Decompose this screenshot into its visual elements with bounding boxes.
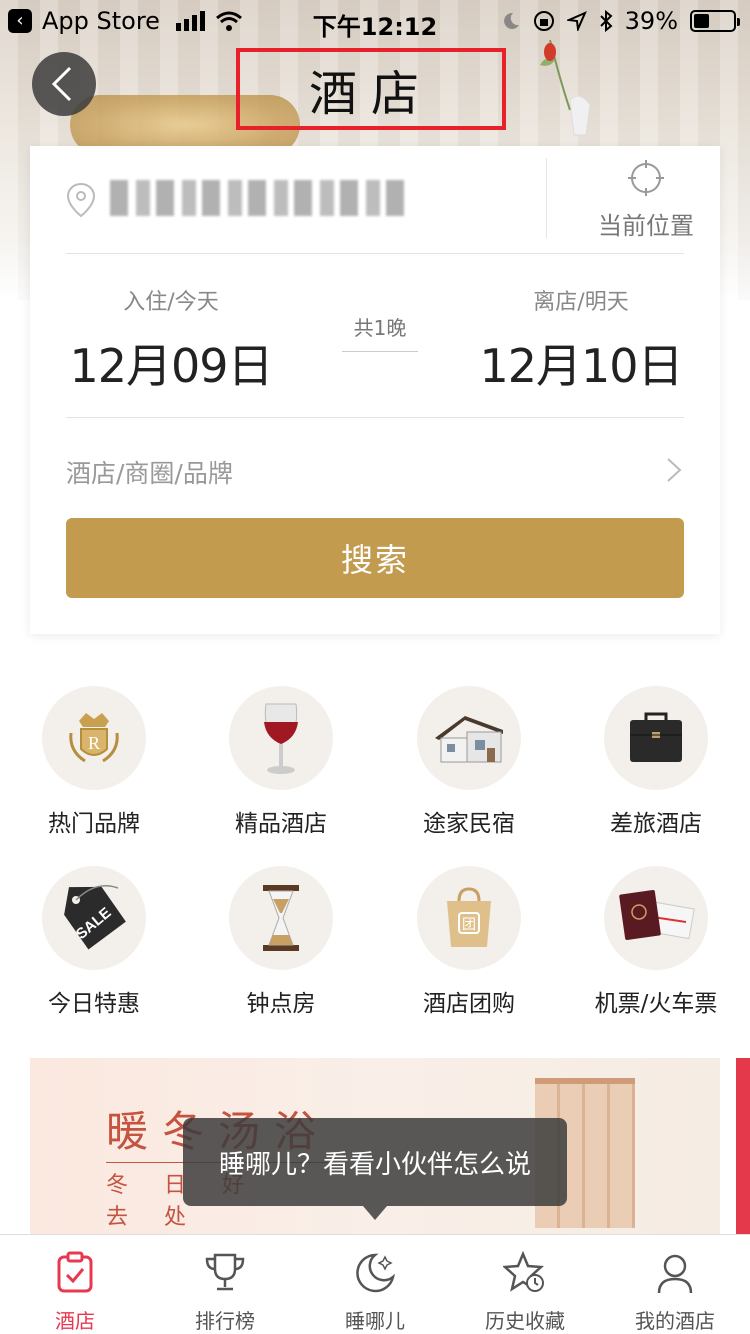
tab-label: 排行榜 [195,1309,255,1333]
category-label: 精品酒店 [235,811,327,837]
category-label: 差旅酒店 [610,811,702,837]
sleep-where-tooltip: 睡哪儿？看看小伙伴怎么说 [183,1118,567,1220]
category-hot-brands[interactable]: R 热门品牌 [14,686,174,838]
tab-label: 酒店 [55,1309,95,1333]
battery-icon [690,10,740,32]
tab-my-hotel[interactable]: 我的酒店 [600,1235,750,1334]
tab-label: 历史收藏 [485,1309,565,1333]
tab-bar: 酒店 排行榜 睡哪儿 历史收藏 我的酒店 [0,1234,750,1334]
crown-emblem-icon: R [69,713,119,763]
tab-history-favorites[interactable]: 历史收藏 [450,1235,600,1334]
rotation-lock-icon [533,11,554,31]
location-arrow-icon [566,11,587,31]
svg-text:团: 团 [462,917,476,933]
star-clock-icon [501,1250,545,1292]
tab-label: 我的酒店 [635,1309,715,1333]
search-button[interactable]: 搜索 [66,518,684,598]
chevron-left-icon [51,66,72,102]
battery-percent: 39% [624,7,678,35]
location-row[interactable]: 当前位置 [66,146,694,254]
current-location-button[interactable]: 当前位置 [581,160,711,241]
page-title: 酒店 [236,48,506,130]
next-banner-peek[interactable] [736,1058,750,1238]
chevron-right-icon [666,456,682,491]
category-flight-train-tickets[interactable]: 机票/火车票 [576,866,736,1018]
hourglass-icon [263,885,299,951]
user-icon [657,1254,693,1294]
checkin-date-picker[interactable]: 入住/今天 12月09日 [66,284,276,396]
trophy-icon [205,1253,245,1291]
checkin-label: 入住/今天 [123,290,219,315]
checkout-date-picker[interactable]: 离店/明天 12月10日 [476,284,686,396]
category-label: 机票/火车票 [594,991,718,1017]
current-location-label: 当前位置 [598,212,694,240]
back-button[interactable] [32,52,96,116]
date-row: 入住/今天 12月09日 共1晚 离店/明天 12月10日 [66,254,684,418]
tab-rankings[interactable]: 排行榜 [150,1235,300,1334]
hotel-clipboard-icon [57,1251,93,1293]
category-label: 钟点房 [246,991,316,1017]
wine-glass-icon [264,703,298,774]
checkin-date: 12月09日 [69,339,273,393]
category-label: 酒店团购 [423,991,515,1017]
category-boutique-hotels[interactable]: 精品酒店 [201,686,361,838]
location-text-redacted [110,180,410,216]
svg-text:R: R [88,733,100,753]
moon-star-icon [356,1253,396,1293]
checkout-label: 离店/明天 [533,290,629,315]
category-business-hotels[interactable]: 差旅酒店 [576,686,736,838]
category-hotel-group-buy[interactable]: 团 酒店团购 [389,866,549,1018]
tab-label: 睡哪儿 [345,1309,405,1333]
category-daily-deals[interactable]: SALE 今日特惠 [14,866,174,1018]
crosshair-icon [628,160,664,196]
tab-hotel[interactable]: 酒店 [0,1235,150,1334]
sale-tag-icon: SALE [64,885,126,950]
status-bar: ‹ App Store 下午12:12 39% [0,0,750,41]
category-hourly-rooms[interactable]: 钟点房 [201,866,361,1018]
divider [546,158,547,238]
flower-vase-decoration [540,39,591,136]
briefcase-icon [630,712,682,762]
category-label: 途家民宿 [423,811,515,837]
location-pin-icon [66,182,96,218]
search-card: 当前位置 入住/今天 12月09日 共1晚 离店/明天 12月10日 酒店/商圈… [30,146,720,634]
checkout-date: 12月10日 [479,339,683,393]
tab-sleep-where[interactable]: 睡哪儿 [300,1235,450,1334]
brand-placeholder: 酒店/商圈/品牌 [66,459,233,488]
nights-count: 共1晚 [342,312,418,352]
group-buy-bag-icon: 团 [447,887,491,947]
bluetooth-icon [599,10,613,32]
category-homestay[interactable]: 途家民宿 [389,686,549,838]
category-label: 热门品牌 [48,811,140,837]
brand-search-field[interactable]: 酒店/商圈/品牌 [66,418,684,518]
house-icon [435,716,503,763]
category-label: 今日特惠 [48,991,140,1017]
do-not-disturb-icon [503,12,519,29]
ticket-passport-icon [619,889,695,941]
